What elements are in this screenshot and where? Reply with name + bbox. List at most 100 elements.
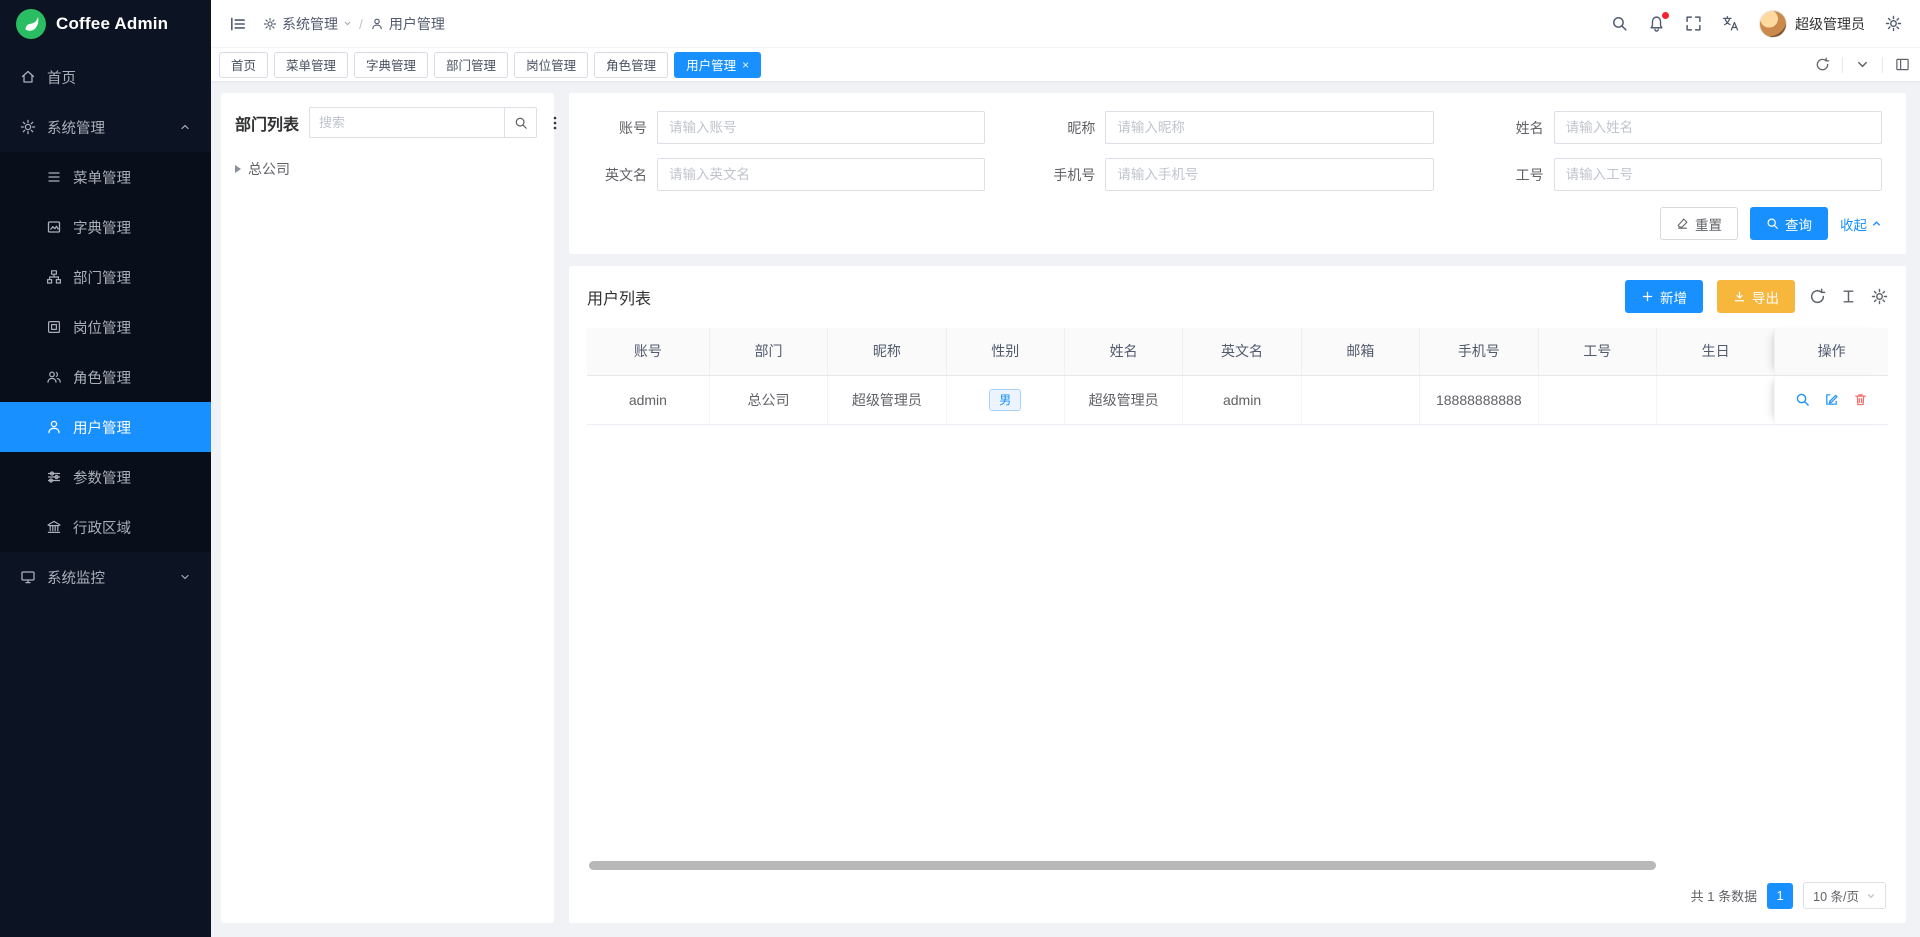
cell-actions — [1775, 375, 1888, 424]
row-height-icon[interactable] — [1840, 288, 1857, 305]
horizontal-scrollbar[interactable] — [589, 861, 1656, 870]
sidebar-item-system-monitor[interactable]: 系统监控 — [0, 552, 211, 602]
pagination-page-1[interactable]: 1 — [1767, 883, 1793, 909]
english-name-input[interactable] — [657, 158, 985, 191]
bank-icon — [46, 519, 62, 535]
badge-icon — [46, 319, 62, 335]
refresh-icon[interactable] — [1809, 288, 1826, 305]
table-header-row: 账号 部门 昵称 性别 姓名 英文名 邮箱 手机号 工号 生日 操作 — [587, 328, 1888, 375]
tab-role-management[interactable]: 角色管理 — [594, 52, 668, 78]
sidebar-item-role-management[interactable]: 角色管理 — [0, 352, 211, 402]
tree-expand-icon[interactable] — [235, 165, 241, 173]
view-detail-icon[interactable] — [1795, 392, 1810, 407]
divider — [1882, 57, 1883, 73]
person-icon — [370, 17, 384, 31]
department-search-input[interactable] — [309, 107, 504, 138]
user-menu[interactable]: 超级管理员 — [1759, 10, 1865, 38]
table-row[interactable]: admin 总公司 超级管理员 男 超级管理员 admin 1888888888… — [587, 375, 1888, 424]
export-button[interactable]: 导出 — [1717, 280, 1795, 313]
sidebar-item-system-management[interactable]: 系统管理 — [0, 102, 211, 152]
tab-post-management[interactable]: 岗位管理 — [514, 52, 588, 78]
sidebar-item-user-management[interactable]: 用户管理 — [0, 402, 211, 452]
reset-button[interactable]: 重置 — [1660, 207, 1738, 240]
add-user-button[interactable]: 新增 — [1625, 280, 1703, 313]
tree-node-root[interactable]: 总公司 — [235, 154, 540, 184]
delete-icon[interactable] — [1853, 392, 1868, 407]
divider — [1842, 57, 1843, 73]
tab-options-chevron-icon[interactable] — [1855, 57, 1870, 72]
phone-input[interactable] — [1105, 158, 1433, 191]
sidebar-item-home[interactable]: 首页 — [0, 52, 211, 102]
tab-close-icon[interactable]: × — [742, 59, 749, 71]
user-list-title: 用户列表 — [587, 285, 651, 309]
cell-nickname: 超级管理员 — [828, 375, 946, 424]
sidebar-item-post-management[interactable]: 岗位管理 — [0, 302, 211, 352]
sidebar-item-admin-region[interactable]: 行政区域 — [0, 502, 211, 552]
refresh-icon[interactable] — [1815, 57, 1830, 72]
layout-panel-icon[interactable] — [1895, 57, 1910, 72]
content: 部门列表 总公司 — [211, 81, 1920, 937]
monitor-icon — [20, 569, 36, 585]
cell-birthday — [1656, 375, 1774, 424]
tab-menu-management[interactable]: 菜单管理 — [274, 52, 348, 78]
plus-icon — [1641, 290, 1654, 303]
chevron-up-icon — [179, 121, 191, 133]
app-logo[interactable]: Coffee Admin — [0, 0, 211, 48]
query-button[interactable]: 查询 — [1750, 207, 1828, 240]
sidebar-item-label: 行政区域 — [73, 517, 131, 538]
sidebar-item-label: 岗位管理 — [73, 317, 131, 338]
department-tree: 总公司 — [235, 154, 540, 184]
notification-bell-icon[interactable] — [1648, 15, 1665, 32]
name-input[interactable] — [1554, 111, 1882, 144]
user-list-actions: 新增 导出 — [1625, 280, 1888, 313]
tab-home[interactable]: 首页 — [219, 52, 268, 78]
tab-department-management[interactable]: 部门管理 — [434, 52, 508, 78]
department-panel: 部门列表 总公司 — [221, 93, 554, 923]
sidebar-item-dict-management[interactable]: 字典管理 — [0, 202, 211, 252]
gear-icon — [20, 119, 36, 135]
search-icon — [514, 116, 528, 130]
download-icon — [1733, 290, 1746, 303]
account-input[interactable] — [657, 111, 985, 144]
collapse-form-link[interactable]: 收起 — [1840, 214, 1882, 234]
user-list-header: 用户列表 新增 导出 — [587, 280, 1888, 313]
cell-phone: 18888888888 — [1420, 375, 1538, 424]
breadcrumb: 系统管理 / 用户管理 — [263, 14, 445, 34]
cell-english-name: admin — [1183, 375, 1301, 424]
gear-icon — [263, 17, 277, 31]
search-icon[interactable] — [1611, 15, 1628, 32]
tab-user-management[interactable]: 用户管理 × — [674, 52, 761, 78]
list-icon — [46, 169, 62, 185]
translate-icon[interactable] — [1722, 15, 1739, 32]
user-list-card: 用户列表 新增 导出 — [569, 266, 1906, 923]
department-search-button[interactable] — [504, 107, 537, 138]
work-no-input[interactable] — [1554, 158, 1882, 191]
column-settings-gear-icon[interactable] — [1871, 288, 1888, 305]
collapse-sidebar-icon[interactable] — [229, 15, 247, 33]
coffee-logo-icon — [16, 9, 46, 39]
tabbar: 首页 菜单管理 字典管理 部门管理 岗位管理 角色管理 用户管理 × — [211, 47, 1920, 81]
form-item-english-name: 英文名 — [593, 158, 985, 191]
breadcrumb-user-management[interactable]: 用户管理 — [370, 14, 445, 34]
sidebar-item-department-management[interactable]: 部门管理 — [0, 252, 211, 302]
form-item-work-no: 工号 — [1490, 158, 1882, 191]
people-icon — [46, 369, 62, 385]
tab-dict-management[interactable]: 字典管理 — [354, 52, 428, 78]
nickname-input[interactable] — [1105, 111, 1433, 144]
field-label: 昵称 — [1041, 118, 1105, 138]
breadcrumb-system-management[interactable]: 系统管理 — [263, 14, 352, 34]
sidebar-item-menu-management[interactable]: 菜单管理 — [0, 152, 211, 202]
pagination-total: 共 1 条数据 — [1691, 886, 1757, 905]
sidebar: Coffee Admin 首页 系统管理 菜单管理 — [0, 0, 211, 937]
sidebar-item-param-management[interactable]: 参数管理 — [0, 452, 211, 502]
edit-icon[interactable] — [1824, 392, 1839, 407]
more-options-icon[interactable] — [547, 115, 563, 131]
page-size-select[interactable]: 10 条/页 — [1803, 882, 1886, 909]
system-management-submenu: 菜单管理 字典管理 部门管理 岗位管理 — [0, 152, 211, 552]
fullscreen-icon[interactable] — [1685, 15, 1702, 32]
sidebar-item-label: 部门管理 — [73, 267, 131, 288]
person-icon — [46, 419, 62, 435]
sidebar-item-label: 系统监控 — [47, 567, 105, 588]
settings-gear-icon[interactable] — [1885, 15, 1902, 32]
topbar-actions: 超级管理员 — [1611, 10, 1902, 38]
